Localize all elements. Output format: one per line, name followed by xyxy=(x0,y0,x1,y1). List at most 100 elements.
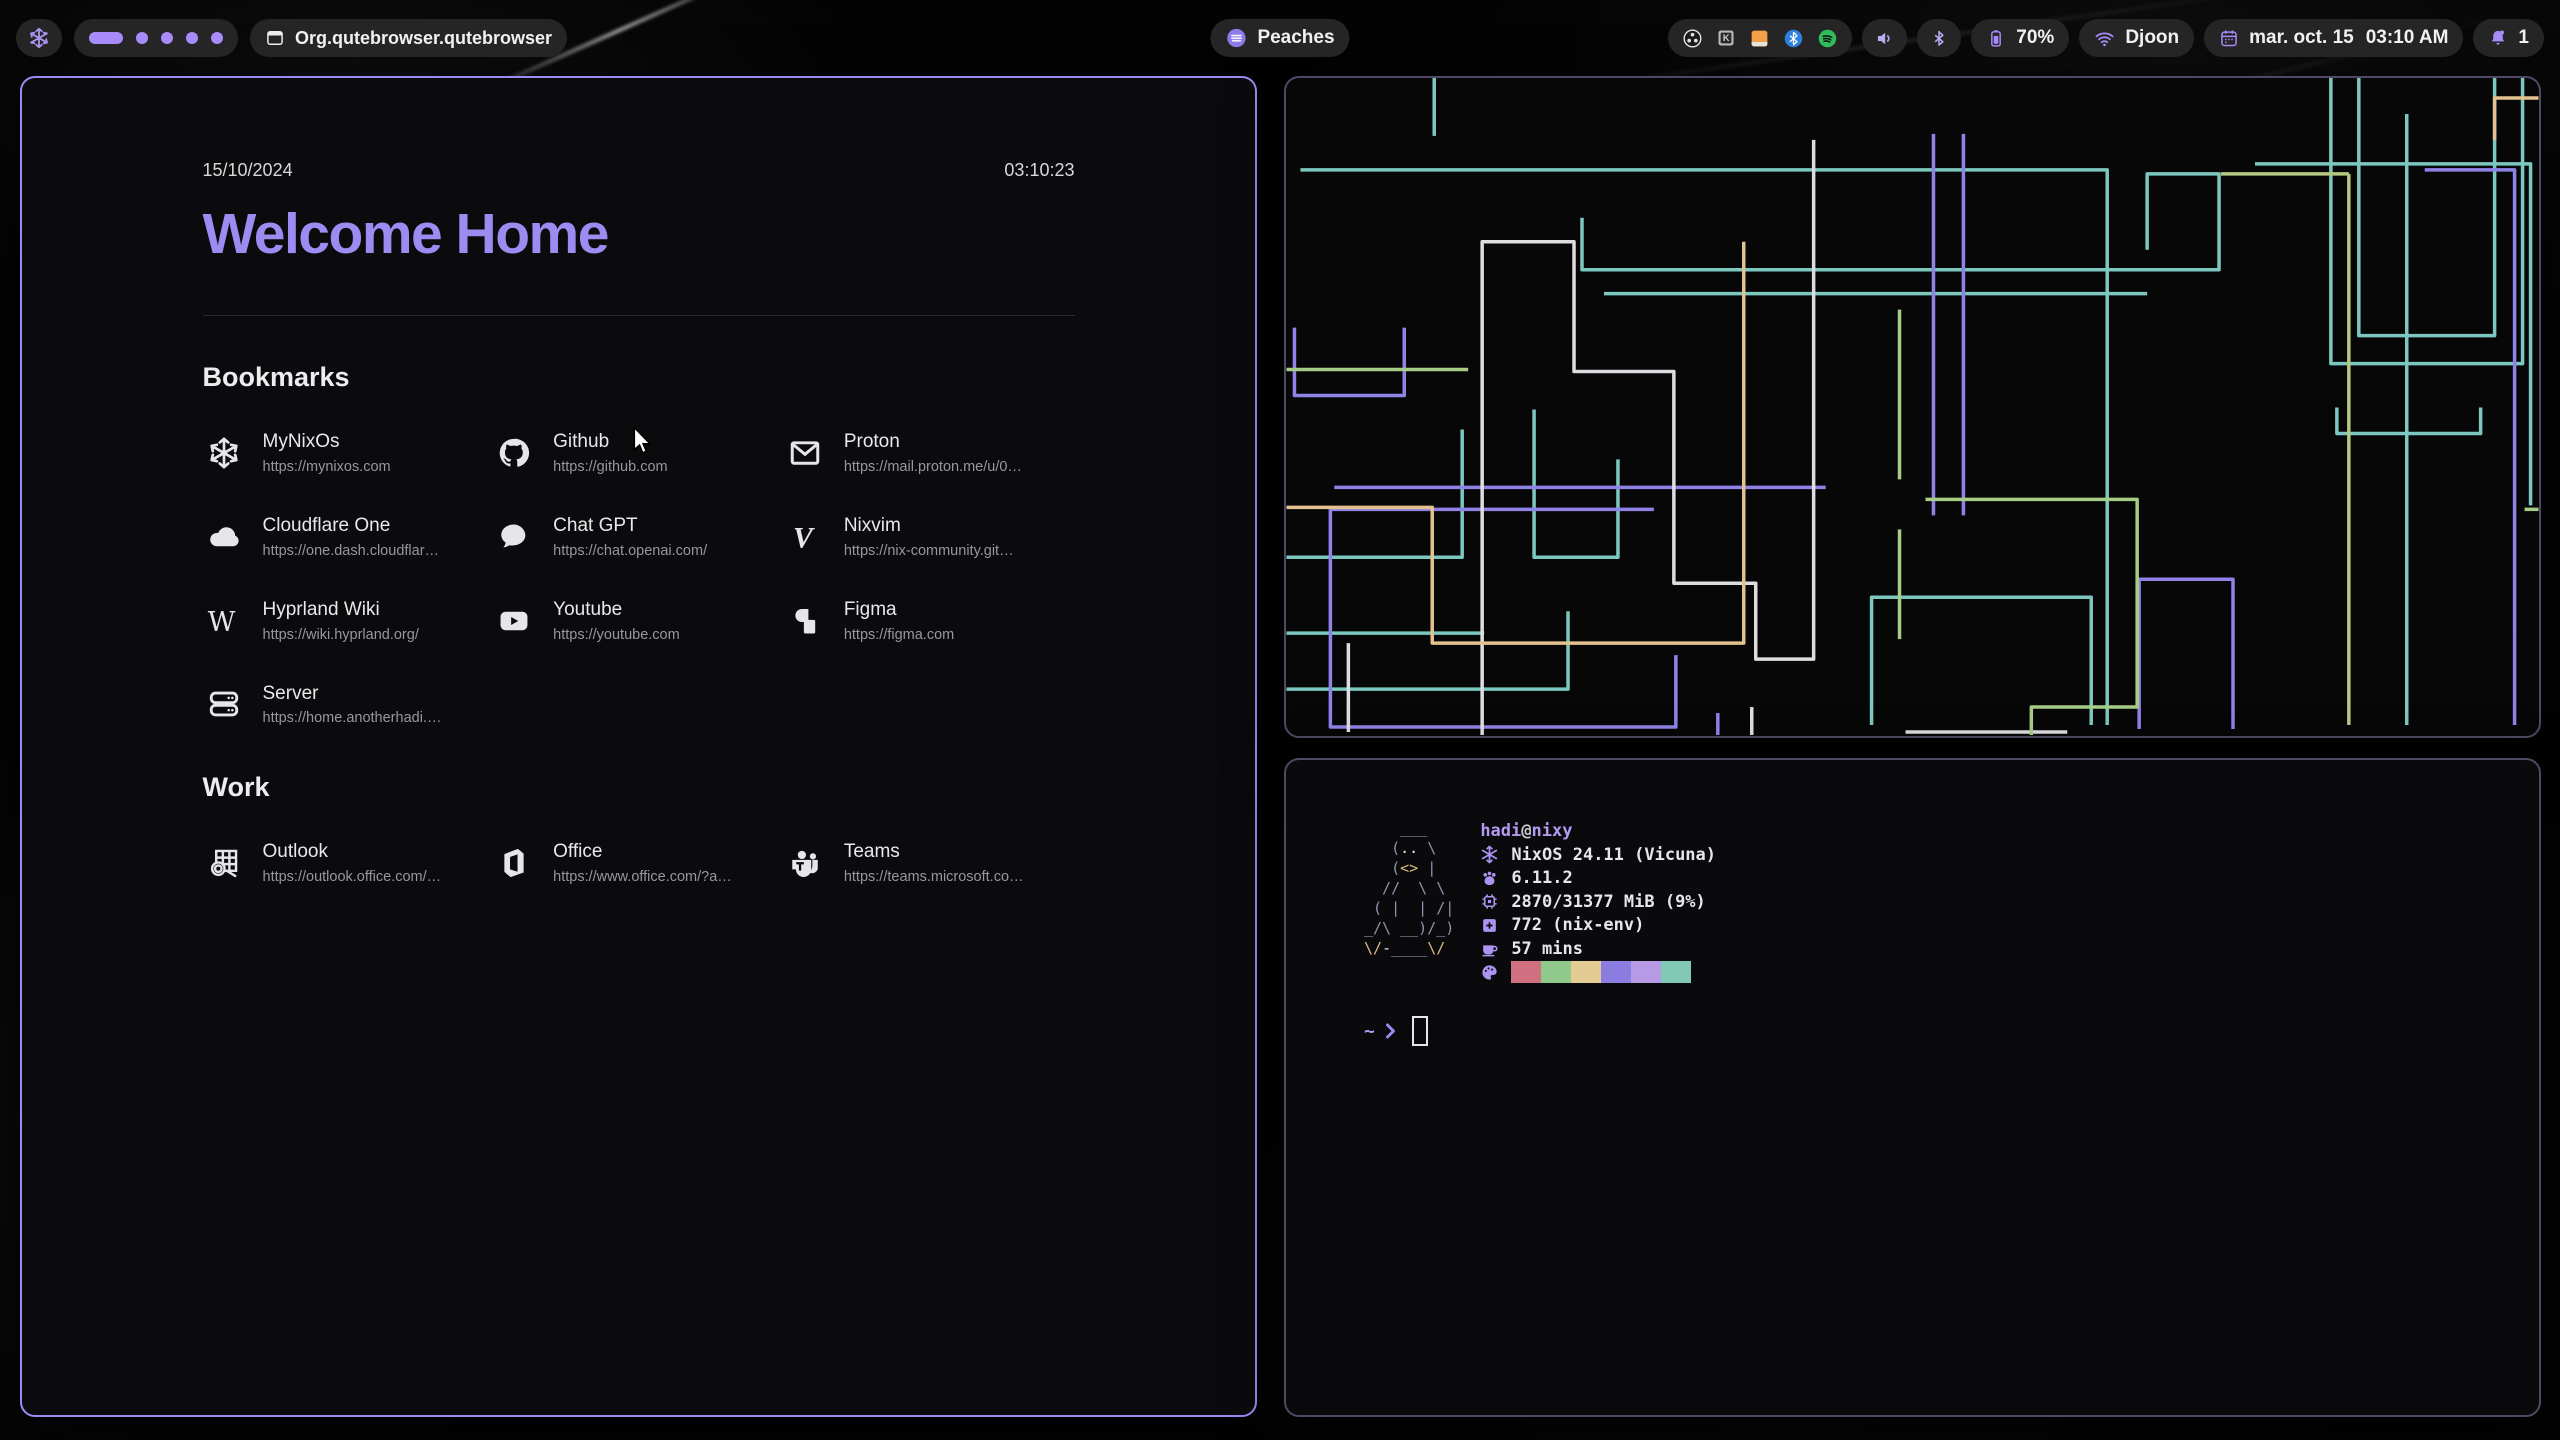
bell-icon xyxy=(2488,28,2508,48)
startpage-time: 03:10:23 xyxy=(1004,160,1074,181)
youtube-icon xyxy=(493,600,535,642)
startpage-sections: Bookmarks MyNixOs https://mynixos.com Githu… xyxy=(203,362,1075,885)
media-track-label: Peaches xyxy=(1257,27,1334,49)
palette-swatch xyxy=(1511,961,1541,983)
bookmark-url: https://mynixos.com xyxy=(263,459,391,475)
wifi-pill[interactable]: Djoon xyxy=(2079,19,2194,57)
fastfetch-palette-row xyxy=(1480,961,1716,985)
memory-icon xyxy=(1480,892,1499,911)
shell-prompt[interactable]: ~ xyxy=(1364,1016,2509,1046)
workspace-1[interactable] xyxy=(89,32,123,44)
fastfetch-packages-row: 772 (nix-env) xyxy=(1480,914,1716,938)
bookmark-text: Chat GPThttps://chat.openai.com/ xyxy=(553,515,707,559)
nixos-logo-icon xyxy=(28,27,50,49)
battery-pill[interactable]: 70% xyxy=(1971,19,2069,57)
fastfetch-value: 6.11.2 xyxy=(1511,868,1572,888)
bookmark-text: Officehttps://www.office.com/?a… xyxy=(553,841,732,885)
bookmark-item-chat-gpt[interactable]: Chat GPThttps://chat.openai.com/ xyxy=(493,515,784,559)
bookmark-url: https://teams.microsoft.co… xyxy=(844,869,1024,885)
obs-icon[interactable] xyxy=(1682,28,1703,49)
bookmark-item-hyprland-wiki[interactable]: WHyprland Wikihttps://wiki.hyprland.org/ xyxy=(203,599,494,643)
palette-swatch xyxy=(1661,961,1691,983)
bookmark-text: Teams https://teams.microsoft.co… xyxy=(844,841,1024,885)
bookmark-item-server[interactable]: Serverhttps://home.anotherhadi.… xyxy=(203,683,494,727)
bookmark-item-outlook[interactable]: Outlook https://outlook.office.com/… xyxy=(203,841,494,885)
fastfetch-output: ___ (.. \ (<> | // \ \ ( | | /| _/\ __)/… xyxy=(1364,818,2509,984)
terminal-window[interactable]: ___ (.. \ (<> | // \ \ ( | | /| _/\ __)/… xyxy=(1284,758,2541,1417)
bookmark-item-figma[interactable]: Figmahttps://figma.com xyxy=(784,599,1075,643)
bookmark-item-proton[interactable]: Protonhttps://mail.proton.me/u/0… xyxy=(784,431,1075,475)
spotify-media-icon xyxy=(1225,27,1247,49)
section-heading-bookmarks: Bookmarks xyxy=(203,362,1075,393)
svg-text:K: K xyxy=(1723,33,1730,43)
page-title: Welcome Home xyxy=(203,201,1075,267)
bookmark-name: MyNixOs xyxy=(263,431,391,453)
wifi-icon xyxy=(2094,28,2115,49)
divider xyxy=(203,315,1075,316)
bluetooth-tray-icon[interactable] xyxy=(1783,28,1804,49)
workspace-2[interactable] xyxy=(136,32,148,44)
bookmark-url: https://nix-community.git… xyxy=(844,543,1014,559)
palette-icon xyxy=(1480,963,1499,982)
bookmark-name: Nixvim xyxy=(844,515,1014,537)
bookmark-item-youtube[interactable]: Youtubehttps://youtube.com xyxy=(493,599,784,643)
startpage-date: 15/10/2024 xyxy=(203,160,293,181)
workspace-3[interactable] xyxy=(161,32,173,44)
active-window-pill[interactable]: Org.qutebrowser.qutebrowser xyxy=(250,19,567,57)
bookmark-name: Server xyxy=(263,683,442,705)
wifi-ssid: Djoon xyxy=(2125,27,2179,49)
section-heading-work: Work xyxy=(203,772,1075,803)
github-icon xyxy=(493,432,535,474)
fastfetch-value: 2870/31377 MiB (9%) xyxy=(1511,892,1705,912)
bookmark-item-office[interactable]: Officehttps://www.office.com/?a… xyxy=(493,841,784,885)
packages-icon xyxy=(1480,916,1499,935)
cloudflare-icon xyxy=(203,516,245,558)
bookmark-text: Githubhttps://github.com xyxy=(553,431,667,475)
bookmark-name: Teams xyxy=(844,841,1024,863)
workspaces xyxy=(74,19,238,57)
fastfetch-rows: NixOS 24.11 (Vicuna)6.11.22870/31377 MiB… xyxy=(1480,843,1716,984)
bookmark-item-github[interactable]: Githubhttps://github.com xyxy=(493,431,784,475)
spotify-tray-icon[interactable] xyxy=(1817,28,1838,49)
bookmark-url: https://www.office.com/?a… xyxy=(553,869,732,885)
bluetooth-pill[interactable] xyxy=(1917,19,1961,57)
bookmark-name: Hyprland Wiki xyxy=(263,599,419,621)
files-icon[interactable] xyxy=(1749,28,1770,49)
bookmark-url: https://figma.com xyxy=(844,627,954,643)
bookmark-name: Proton xyxy=(844,431,1022,453)
bookmark-name: Youtube xyxy=(553,599,680,621)
clock-time: 03:10 AM xyxy=(2366,27,2449,49)
workspace-4[interactable] xyxy=(186,32,198,44)
system-tray: K xyxy=(1668,19,1852,57)
nixos-launcher-button[interactable] xyxy=(16,19,62,57)
media-player-pill[interactable]: Peaches xyxy=(1210,19,1349,57)
top-bar: Org.qutebrowser.qutebrowser Peaches K xyxy=(0,0,2560,76)
notifications-pill[interactable]: 1 xyxy=(2473,19,2544,57)
bookmark-text: Cloudflare Onehttps://one.dash.cloudflar… xyxy=(263,515,440,559)
terminal-color-palette xyxy=(1511,961,1691,983)
svg-text:V: V xyxy=(793,521,815,553)
bookmark-item-mynixos[interactable]: MyNixOs https://mynixos.com xyxy=(203,431,494,475)
bluetooth-icon xyxy=(1929,28,1949,48)
keepassxc-icon[interactable]: K xyxy=(1716,28,1736,48)
battery-icon xyxy=(1986,28,2006,48)
window-title: Org.qutebrowser.qutebrowser xyxy=(295,28,552,49)
clock-pill[interactable]: mar. oct. 15 03:10 AM xyxy=(2204,19,2463,57)
server-icon xyxy=(203,683,245,725)
bookmark-text: Serverhttps://home.anotherhadi.… xyxy=(263,683,442,727)
bookmark-item-cloudflare-one[interactable]: Cloudflare Onehttps://one.dash.cloudflar… xyxy=(203,515,494,559)
bookmark-item-nixvim[interactable]: V Nixvim https://nix-community.git… xyxy=(784,515,1075,559)
bookmark-text: Youtubehttps://youtube.com xyxy=(553,599,680,643)
battery-percent: 70% xyxy=(2016,27,2054,49)
pipes-art xyxy=(1286,78,2539,736)
volume-pill[interactable] xyxy=(1862,19,1907,57)
bookmark-item-teams[interactable]: Teams https://teams.microsoft.co… xyxy=(784,841,1075,885)
bookmark-text: MyNixOs https://mynixos.com xyxy=(263,431,391,475)
bookmark-name: Cloudflare One xyxy=(263,515,440,537)
speaker-icon xyxy=(1874,28,1895,49)
bookmark-url: https://wiki.hyprland.org/ xyxy=(263,627,419,643)
bookmark-name: Outlook xyxy=(263,841,442,863)
pipes-window xyxy=(1284,76,2541,738)
workspace-5[interactable] xyxy=(211,32,223,44)
bookmark-url: https://outlook.office.com/… xyxy=(263,869,442,885)
